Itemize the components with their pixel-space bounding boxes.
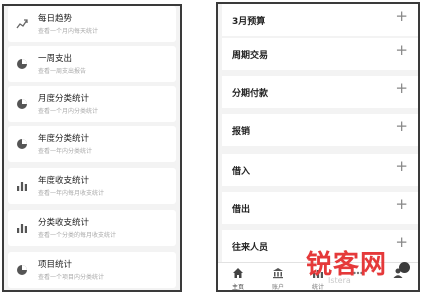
watermark-dot — [399, 262, 410, 273]
pie-chart-icon — [16, 138, 28, 150]
trend-line-icon — [16, 18, 28, 30]
stat-item-title: 项目统计 — [38, 260, 73, 270]
plus-icon[interactable]: + — [395, 9, 408, 24]
stat-item-project[interactable]: 项目统计 查看一个项目内分类统计 — [8, 252, 176, 288]
stat-item-subtitle: 查看一个月内每天统计 — [38, 28, 99, 35]
list-item-label: 分期付款 — [232, 89, 269, 99]
left-screen: 每日趋势 查看一个月内每天统计 一周支出 查看一周支出报告 月度分类统计 查看一… — [2, 4, 182, 292]
stat-item-subtitle: 查看一个项目内分类统计 — [38, 274, 105, 281]
bar-chart-icon — [16, 180, 28, 192]
stat-item-subtitle: 查看一个分类的每月收支统计 — [38, 232, 117, 239]
stat-item-weekly-expense[interactable]: 一周支出 查看一周支出报告 — [8, 46, 176, 82]
list-item-borrow-in[interactable]: 借入 + — [222, 154, 418, 186]
list-item-installment[interactable]: 分期付款 + — [222, 76, 418, 108]
list-item-budget[interactable]: 3月预算 + — [222, 4, 418, 36]
stat-item-monthly-category[interactable]: 月度分类统计 查看一个月内分类统计 — [8, 86, 176, 122]
list-item-label: 3月预算 — [232, 17, 266, 27]
plus-icon[interactable]: + — [395, 159, 408, 174]
list-item-label: 借入 — [232, 167, 251, 177]
home-icon — [232, 267, 244, 279]
plus-icon[interactable]: + — [395, 197, 408, 212]
stat-item-subtitle: 查看一周支出报告 — [38, 68, 87, 75]
stat-item-title: 每日趋势 — [38, 14, 73, 24]
list-item-recurring[interactable]: 周期交易 + — [222, 38, 418, 70]
list-item-label: 借出 — [232, 205, 251, 215]
stat-item-subtitle: 查看一个月内分类统计 — [38, 108, 99, 115]
bank-icon — [272, 267, 284, 279]
list-item-label: 往来人员 — [232, 243, 269, 253]
pie-chart-icon — [16, 264, 28, 276]
plus-icon[interactable]: + — [395, 43, 408, 58]
plus-icon[interactable]: + — [395, 119, 408, 134]
stat-item-title: 月度分类统计 — [38, 94, 90, 104]
bar-chart-icon — [16, 222, 28, 234]
stat-item-title: 分类收支统计 — [38, 218, 90, 228]
pie-chart-icon — [16, 98, 28, 110]
stat-item-category-income-expense[interactable]: 分类收支统计 查看一个分类的每月收支统计 — [8, 210, 176, 246]
plus-icon[interactable]: + — [395, 235, 408, 250]
tab-home[interactable]: 主页 — [218, 263, 258, 291]
stat-item-title: 年度收支统计 — [38, 176, 90, 186]
tab-label: 账户 — [271, 284, 284, 291]
list-item-label: 报销 — [232, 127, 251, 137]
watermark-subtext: Istera — [328, 276, 351, 285]
stat-item-yearly-income-expense[interactable]: 年度收支统计 查看一年内每月收支统计 — [8, 168, 176, 204]
tab-label: 主页 — [231, 284, 244, 291]
pie-chart-icon — [16, 58, 28, 70]
list-item-reimbursement[interactable]: 报销 + — [222, 114, 418, 146]
stat-item-title: 一周支出 — [38, 54, 73, 64]
stat-item-yearly-category[interactable]: 年度分类统计 查看一年内分类统计 — [8, 126, 176, 162]
plus-icon[interactable]: + — [395, 81, 408, 96]
stat-item-daily-trend[interactable]: 每日趋势 查看一个月内每天统计 — [8, 6, 176, 42]
stat-item-subtitle: 查看一年内每月收支统计 — [38, 190, 105, 197]
stat-item-title: 年度分类统计 — [38, 134, 90, 144]
tab-accounts[interactable]: 账户 — [258, 263, 298, 291]
list-item-label: 周期交易 — [232, 51, 269, 61]
list-item-lend-out[interactable]: 借出 + — [222, 192, 418, 224]
stat-item-subtitle: 查看一年内分类统计 — [38, 148, 93, 155]
